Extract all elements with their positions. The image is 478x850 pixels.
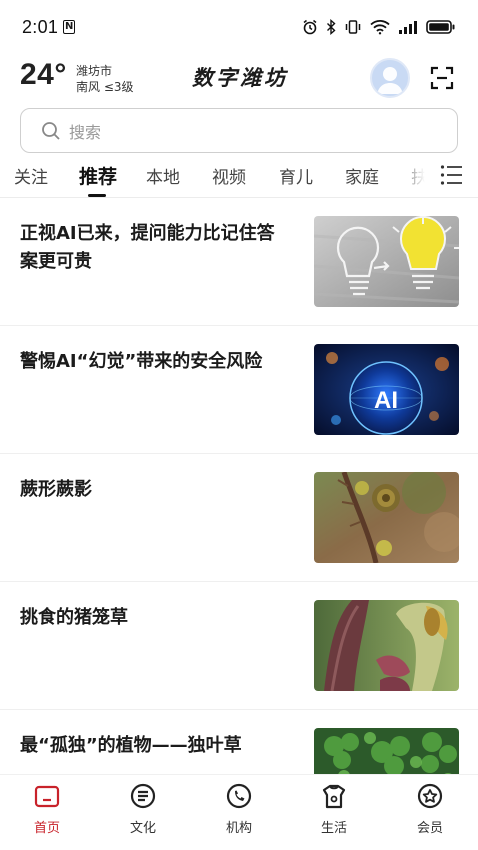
news-item[interactable]: 挑食的猪笼草 [0, 582, 478, 710]
nav-institution-label: 机构 [225, 821, 252, 836]
app-header: 24° 潍坊市 南风 ≤3级 数字潍坊 [0, 56, 478, 102]
app-logo: 数字潍坊 [192, 65, 288, 90]
alarm-icon [303, 19, 317, 35]
nav-life[interactable]: 生活 [299, 783, 369, 836]
status-bar: 2:01 N [0, 0, 478, 54]
vibrate-icon [345, 20, 361, 34]
phone-icon [226, 783, 252, 809]
tab-video[interactable]: 视频 [212, 163, 246, 188]
nav-culture-label: 文化 [129, 821, 156, 836]
status-icons [302, 19, 456, 35]
news-thumbnail-clover [314, 728, 459, 774]
tabs-fade [396, 160, 432, 192]
nav-culture[interactable]: 文化 [108, 783, 178, 836]
avatar[interactable] [370, 58, 410, 98]
tab-local[interactable]: 本地 [146, 163, 180, 188]
search-icon [42, 121, 60, 140]
weather-info[interactable]: 潍坊市 南风 ≤3级 [76, 63, 134, 95]
scan-icon[interactable] [430, 66, 454, 90]
tab-parenting[interactable]: 育儿 [279, 163, 313, 188]
life-icon [322, 784, 346, 809]
weather-wind: 南风 ≤3级 [76, 80, 134, 94]
bluetooth-icon [327, 19, 336, 35]
bottom-navigation: 首页 文化 机构 生活 会员 [0, 774, 478, 850]
news-item[interactable]: 正视AI已来，提问能力比记住答案更可贵 [0, 198, 478, 326]
weather-city: 潍坊市 [76, 64, 113, 78]
news-title: 警惕AI“幻觉”带来的安全风险 [20, 351, 263, 372]
category-tabs: 关注 推荐 本地 视频 育儿 家庭 扶 [0, 160, 478, 200]
news-thumbnail-pitcher-plant [314, 600, 459, 691]
tab-recommend[interactable]: 推荐 [79, 162, 117, 189]
news-thumbnail-fern [314, 472, 459, 563]
ai-thumb-text: AI [374, 387, 398, 414]
news-feed: 正视AI已来，提问能力比记住答案更可贵 警惕AI“幻觉”带来的安全风险 AI 蕨… [0, 198, 478, 774]
battery-icon [426, 20, 455, 34]
news-item[interactable]: 警惕AI“幻觉”带来的安全风险 AI [0, 326, 478, 454]
nav-member[interactable]: 会员 [395, 783, 465, 836]
tab-family[interactable]: 家庭 [345, 163, 379, 188]
status-time: 2:01 [22, 16, 59, 37]
member-icon [417, 783, 443, 809]
culture-icon [130, 783, 156, 809]
nav-home-label: 首页 [33, 821, 60, 836]
news-title: 正视AI已来，提问能力比记住答案更可贵 [20, 223, 275, 272]
search-bar[interactable]: 搜索 [20, 108, 458, 153]
news-title: 蕨形蕨影 [20, 479, 92, 500]
nav-home[interactable]: 首页 [12, 783, 82, 836]
news-item[interactable]: 蕨形蕨影 [0, 454, 478, 582]
temperature[interactable]: 24° [20, 58, 67, 92]
home-icon [34, 785, 60, 808]
news-thumbnail-lightbulb [314, 216, 459, 307]
nav-institution[interactable]: 机构 [204, 783, 274, 836]
tab-follow[interactable]: 关注 [14, 163, 48, 188]
user-avatar-icon [377, 67, 403, 94]
nfc-badge: N [63, 20, 76, 34]
nav-life-label: 生活 [320, 821, 347, 836]
news-thumbnail-ai: AI [314, 344, 459, 435]
news-title: 挑食的猪笼草 [20, 607, 128, 628]
news-item[interactable]: 最“孤独”的植物——独叶草 [0, 710, 478, 774]
news-title: 最“孤独”的植物——独叶草 [20, 735, 242, 756]
signal-icon [399, 21, 417, 34]
tab-menu-icon[interactable] [440, 164, 464, 186]
nav-member-label: 会员 [416, 821, 443, 836]
wifi-icon [370, 20, 390, 35]
search-placeholder: 搜索 [69, 122, 102, 142]
